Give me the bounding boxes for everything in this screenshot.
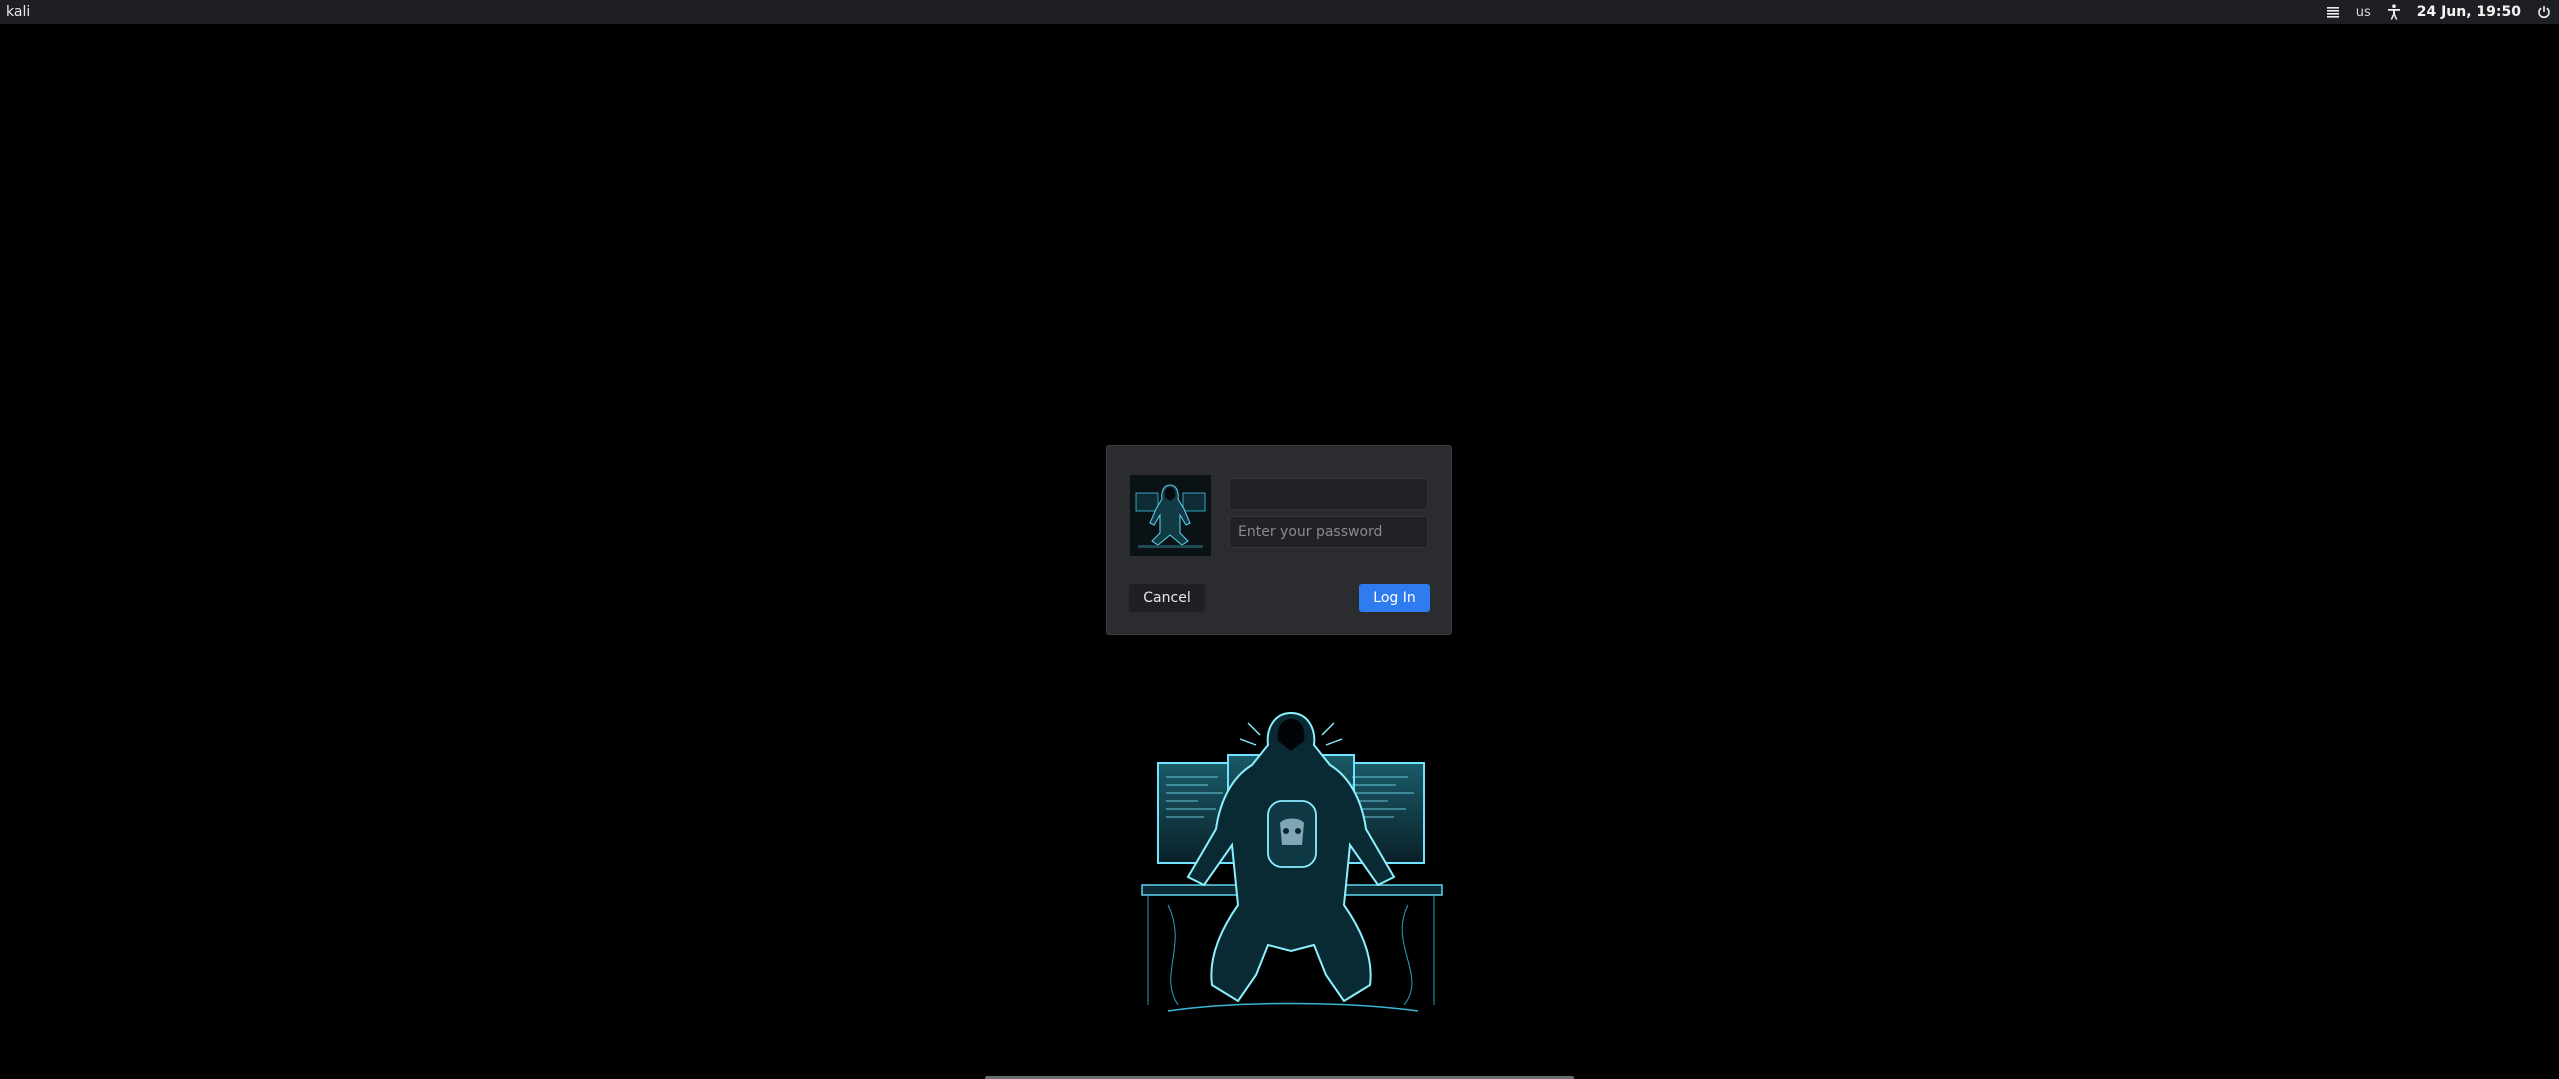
- hostname-label: kali: [6, 4, 31, 20]
- top-panel-left: kali: [6, 4, 30, 20]
- login-dialog: Cancel Log In: [1106, 445, 1452, 635]
- keyboard-layout-indicator[interactable]: us: [2356, 5, 2371, 20]
- clock[interactable]: 24 Jun, 19:50: [2417, 4, 2521, 20]
- menu-icon[interactable]: [2324, 3, 2342, 21]
- username-field[interactable]: [1229, 478, 1428, 510]
- top-panel: kali us 24 Jun, 19:50: [0, 0, 2559, 24]
- power-icon[interactable]: [2535, 3, 2553, 21]
- accessibility-icon[interactable]: [2385, 3, 2403, 21]
- cancel-button[interactable]: Cancel: [1129, 584, 1205, 612]
- user-avatar: [1130, 475, 1211, 556]
- top-panel-right: us 24 Jun, 19:50: [2324, 3, 2553, 21]
- login-button[interactable]: Log In: [1359, 584, 1430, 612]
- password-field[interactable]: [1229, 516, 1428, 548]
- hacker-artwork: [1128, 705, 1454, 1027]
